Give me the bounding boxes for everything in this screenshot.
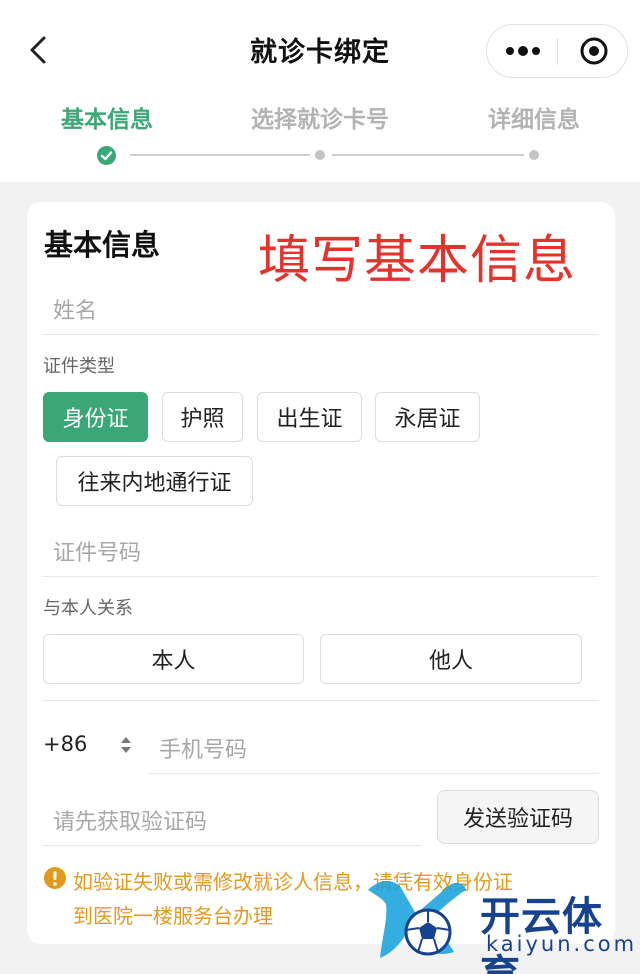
relation-label: 与本人关系 [43, 598, 133, 619]
divider [43, 700, 599, 701]
warning-icon [43, 866, 67, 890]
phone-input[interactable]: 手机号码 [148, 720, 599, 774]
step-select-card: 选择就诊卡号 [251, 107, 389, 133]
more-dots-icon [506, 46, 540, 56]
relation-self-button[interactable]: 本人 [43, 634, 304, 684]
id-type-option[interactable]: 永居证 [375, 392, 480, 442]
phone-placeholder: 手机号码 [159, 738, 248, 763]
verify-code-placeholder: 请先获取验证码 [53, 810, 208, 835]
step-complete-check-icon [97, 146, 116, 165]
more-button[interactable] [487, 25, 557, 77]
capsule-menu [486, 24, 628, 78]
name-placeholder: 姓名 [53, 299, 98, 324]
step-connector [332, 154, 524, 156]
close-miniprogram-button[interactable] [558, 25, 628, 77]
step-dot [315, 150, 325, 160]
top-bar: 就诊卡绑定 基本信息 选择就诊卡号 详细信息 [0, 0, 640, 182]
step-dot [529, 150, 539, 160]
step-basic-info: 基本信息 [61, 107, 153, 133]
country-code-select-icon[interactable] [119, 735, 133, 755]
id-type-label: 证件类型 [43, 356, 115, 377]
id-type-option[interactable]: 往来内地通行证 [56, 456, 253, 506]
relation-other-button[interactable]: 他人 [320, 634, 582, 684]
id-number-placeholder: 证件号码 [53, 541, 142, 566]
id-type-option[interactable]: 护照 [162, 392, 243, 442]
step-details: 详细信息 [488, 107, 580, 133]
target-icon [580, 37, 608, 65]
step-connector [130, 154, 310, 156]
watermark-domain: kaiyun.com [486, 932, 638, 956]
id-number-input[interactable]: 证件号码 [43, 521, 599, 577]
name-input[interactable]: 姓名 [43, 280, 599, 335]
id-type-option[interactable]: 出生证 [257, 392, 362, 442]
watermark-brand: 开云体育 [480, 894, 603, 974]
country-code[interactable]: +86 [43, 732, 87, 756]
section-title: 基本信息 [44, 228, 161, 262]
id-type-option[interactable]: 身份证 [43, 392, 148, 442]
verify-code-input[interactable]: 请先获取验证码 [43, 792, 421, 846]
send-code-button[interactable]: 发送验证码 [437, 790, 599, 844]
